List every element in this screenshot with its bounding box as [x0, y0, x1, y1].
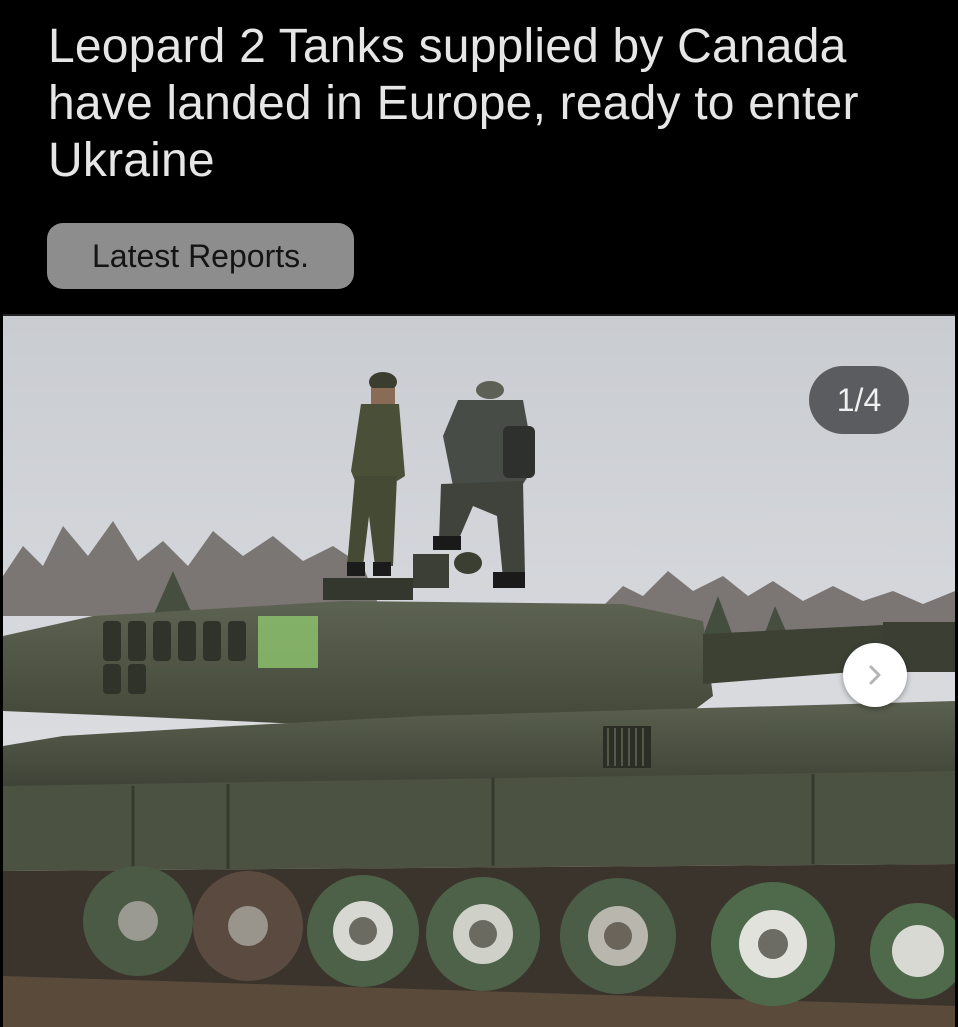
tank-photo [3, 316, 955, 1027]
article-page: Leopard 2 Tanks supplied by Canada have … [0, 0, 958, 1027]
latest-reports-button[interactable]: Latest Reports. [47, 223, 354, 289]
gallery-counter: 1/4 [809, 366, 909, 434]
image-gallery[interactable]: 1/4 [3, 314, 955, 1027]
article-headline: Leopard 2 Tanks supplied by Canada have … [48, 20, 859, 187]
chevron-right-icon [869, 665, 881, 685]
next-image-button[interactable] [843, 643, 907, 707]
